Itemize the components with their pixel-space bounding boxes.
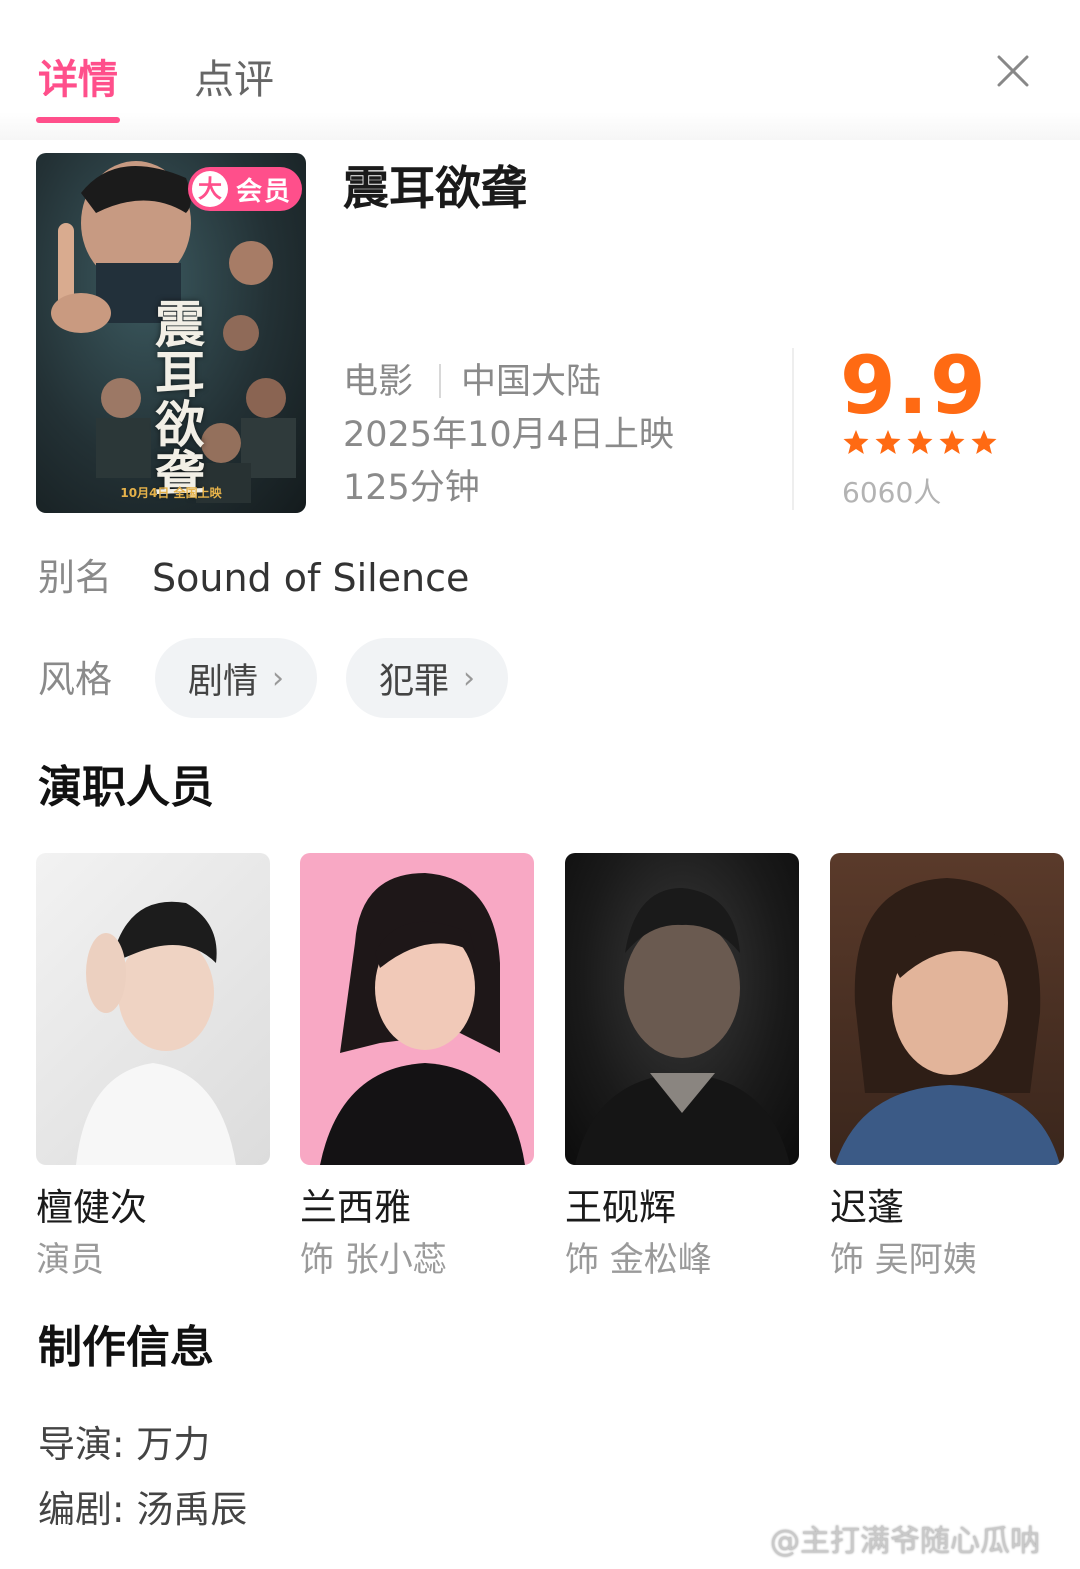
cast-name: 王砚辉: [565, 1186, 676, 1229]
star-icon: [875, 430, 901, 454]
cast-card[interactable]: 兰西雅 饰 张小蕊: [300, 853, 534, 1283]
vip-badge-big: 大: [191, 171, 228, 207]
genre-label: 风格: [38, 658, 112, 701]
cast-photo: [36, 853, 270, 1165]
movie-title: 震耳欲聋: [343, 161, 527, 215]
cast-photo: [300, 853, 534, 1165]
genre-chip-label: 犯罪: [378, 661, 449, 702]
writer-info[interactable]: 编剧: 汤禹辰: [38, 1485, 247, 1535]
score-divider: [792, 348, 794, 510]
cast-name: 兰西雅: [300, 1186, 411, 1229]
cast-role: 演员: [36, 1240, 104, 1280]
poster-title: 震耳欲聋: [147, 298, 206, 498]
cast-photo: [830, 853, 1064, 1165]
cast-card[interactable]: 王砚辉 饰 金松峰: [565, 853, 799, 1283]
alias-label: 别名: [38, 556, 112, 599]
production-section-title: 制作信息: [38, 1322, 214, 1373]
star-rating: [840, 427, 1000, 463]
poster-release-date: 10月4日 全国上映: [120, 486, 222, 500]
meta-separator: [439, 364, 441, 398]
cast-section-title: 演职人员: [38, 762, 214, 813]
chevron-right-icon: ›: [272, 660, 284, 696]
cast-photo: [565, 853, 799, 1165]
movie-region: 中国大陆: [461, 362, 602, 402]
movie-score: 9.9: [840, 339, 988, 432]
active-tab-indicator: [36, 117, 120, 123]
movie-duration: 125分钟: [343, 468, 480, 508]
cast-role: 饰 金松峰: [565, 1240, 712, 1280]
cast-card[interactable]: 迟蓬 饰 吴阿姨: [830, 853, 1064, 1283]
cast-name: 檀健次: [36, 1186, 147, 1229]
star-icon: [907, 430, 933, 454]
cast-name: 迟蓬: [830, 1186, 904, 1229]
director-info[interactable]: 导演: 万力: [38, 1420, 210, 1470]
genre-chip-crime[interactable]: 犯罪 ›: [346, 638, 508, 718]
cast-card[interactable]: 檀健次 演员: [36, 853, 270, 1283]
movie-type: 电影: [343, 362, 414, 402]
release-date: 2025年10月4日上映: [343, 415, 674, 455]
close-icon[interactable]: [990, 48, 1036, 94]
vip-badge-text: 会员: [235, 176, 292, 207]
genre-chip-label: 剧情: [187, 661, 258, 702]
header-bar: 详情 点评: [0, 0, 1080, 140]
tab-detail[interactable]: 详情: [38, 52, 118, 108]
star-icon: [843, 430, 869, 454]
vip-badge: 大 会员: [187, 167, 302, 211]
movie-poster[interactable]: 大 会员 震耳欲聋 10月4日 全国上映: [36, 153, 306, 513]
genre-chip-drama[interactable]: 剧情 ›: [155, 638, 317, 718]
watermark: @主打满爷随心瓜呐: [770, 1524, 1040, 1559]
cast-role: 饰 张小蕊: [300, 1240, 447, 1280]
star-icon: [971, 430, 997, 454]
tab-review[interactable]: 点评: [194, 52, 274, 108]
cast-role: 饰 吴阿姨: [830, 1240, 977, 1280]
rater-count: 6060人: [842, 476, 942, 509]
chevron-right-icon: ›: [463, 660, 475, 696]
star-icon: [939, 430, 965, 454]
alias-value: Sound of Silence: [152, 556, 470, 600]
